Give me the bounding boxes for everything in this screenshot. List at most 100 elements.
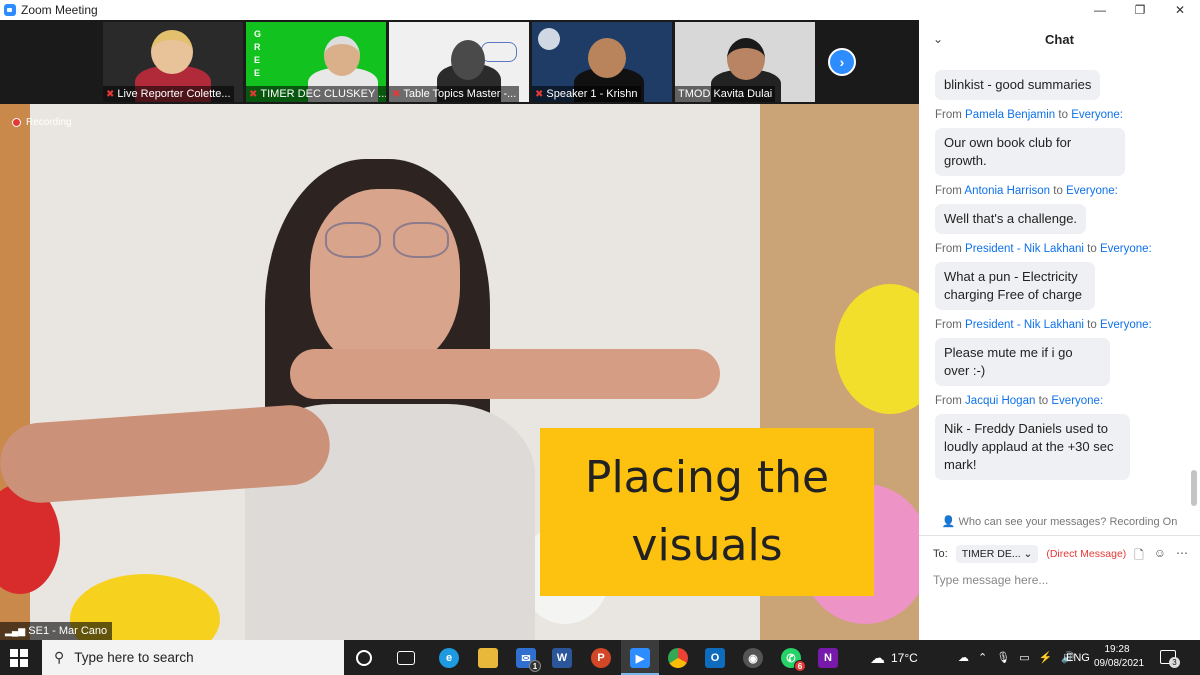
task-view-icon[interactable] xyxy=(397,651,415,665)
next-participants-button[interactable]: › xyxy=(828,48,856,76)
message-sender: From Jacqui Hogan to Everyone: xyxy=(935,395,1104,407)
signal-icon: ▂▄▆ xyxy=(5,626,26,636)
notification-count: 3 xyxy=(1169,657,1180,668)
search-placeholder: Type here to search xyxy=(74,650,194,665)
weather-widget[interactable]: ☁ 17°C xyxy=(870,640,918,675)
onenote-icon[interactable]: N xyxy=(818,648,838,668)
participant-strip: ✖ Live Reporter Colette... G R E E ✖ TIMER… xyxy=(0,20,919,104)
chevron-up-icon[interactable]: ⌃ xyxy=(978,651,987,664)
whatsapp-badge: 6 xyxy=(794,660,806,672)
usb-icon[interactable]: ⚡ xyxy=(1039,651,1053,664)
chevron-down-icon: ⌄ xyxy=(1023,548,1033,560)
screen: Zoom Meeting — ❐ ✕ ✖ Live Reporter Colett… xyxy=(0,0,1200,675)
notifications-icon[interactable]: 3 xyxy=(1160,650,1180,668)
chat-bubble: What a pun - Electricity charging Free o… xyxy=(935,262,1095,310)
more-icon[interactable]: ⋯ xyxy=(1176,546,1188,567)
weather-temp: 17°C xyxy=(891,650,918,665)
mail-icon[interactable]: ✉ 1 xyxy=(516,648,541,672)
window-controls: — ❐ ✕ xyxy=(1080,0,1200,20)
participant-face xyxy=(588,38,626,78)
chat-message: From President - Nik Lakhani to Everyone… xyxy=(935,319,1200,386)
recipient-dropdown[interactable]: TIMER DE... ⌄ xyxy=(955,545,1039,563)
caption-card: Placing the visuals xyxy=(540,428,874,596)
whatsapp-icon[interactable]: ✆ 6 xyxy=(781,648,806,672)
zoom-logo-icon xyxy=(4,4,16,16)
participant-label: ✖ Table Topics Master -... xyxy=(389,86,520,102)
speaker-arm xyxy=(290,349,720,399)
to-label: To: xyxy=(933,548,948,560)
participant-face xyxy=(324,36,360,76)
chat-messages[interactable]: blinkist - good summaries From Pamela Be… xyxy=(919,60,1200,506)
message-visibility-note[interactable]: 👤 Who can see your messages? Recording O… xyxy=(919,512,1200,532)
chat-message: From Pamela Benjamin to Everyone: Our ow… xyxy=(935,109,1200,176)
edge-icon[interactable]: e xyxy=(439,648,459,668)
chat-scrollbar[interactable] xyxy=(1191,470,1197,506)
chrome-icon[interactable] xyxy=(668,648,688,668)
windows-start-icon[interactable] xyxy=(10,649,28,667)
participant-face xyxy=(451,40,485,80)
minimize-button[interactable]: — xyxy=(1080,0,1120,20)
chat-header: ⌄ Chat xyxy=(919,20,1200,60)
chat-message: From Antonia Harrison to Everyone: Well … xyxy=(935,185,1200,234)
outlook-icon[interactable]: O xyxy=(705,648,725,668)
glasses-icon xyxy=(325,222,381,258)
participant-thumbnail[interactable]: ✖ Table Topics Master -... xyxy=(389,22,529,102)
chat-bubble: Well that's a challenge. xyxy=(935,204,1087,234)
chat-bubble: Nik - Freddy Daniels used to loudly appl… xyxy=(935,414,1130,480)
system-tray: ☁ ⌃ 🎙 ▭ ⚡ 🔊 xyxy=(958,640,1075,675)
glasses-icon xyxy=(393,222,449,258)
chat-tools: 🗋 ☺ ⋯ xyxy=(1134,546,1188,567)
chat-message: blinkist - good summaries xyxy=(935,67,1200,100)
recipient-row: To: TIMER DE... ⌄ (Direct Message) xyxy=(933,544,1126,564)
club-logo-icon xyxy=(538,28,560,50)
word-icon[interactable]: W xyxy=(552,648,572,668)
taskbar-clock[interactable]: 19:28 09/08/2021 xyxy=(1094,643,1144,671)
mail-badge: 1 xyxy=(529,660,541,672)
language-indicator[interactable]: ENG xyxy=(1066,640,1090,675)
cloud-icon: ☁ xyxy=(870,649,885,667)
message-sender: From President - Nik Lakhani to Everyone… xyxy=(935,243,1152,255)
participant-thumbnail[interactable]: ✖ Live Reporter Colette... xyxy=(103,22,243,102)
cloud-sync-icon[interactable]: ☁ xyxy=(958,651,969,664)
divider xyxy=(919,535,1200,536)
mic-muted-icon: ✖ xyxy=(249,89,258,100)
camera-icon[interactable]: ◉ xyxy=(743,648,763,668)
mic-muted-icon: ✖ xyxy=(392,89,401,100)
speaker-name-label: ▂▄▆ SE1 - Mar Cano xyxy=(0,622,113,640)
message-sender: From President - Nik Lakhani to Everyone… xyxy=(935,319,1152,331)
chat-title: Chat xyxy=(1045,32,1074,47)
close-button[interactable]: ✕ xyxy=(1160,0,1200,20)
participant-thumbnail[interactable]: ✖ Speaker 1 - Krishn xyxy=(532,22,672,102)
participant-thumbnail[interactable]: TMOD Kavita Dulai xyxy=(675,22,815,102)
taskbar-search[interactable]: ⚲ Type here to search xyxy=(42,640,344,675)
zoom-taskbar-button[interactable]: ▶ xyxy=(621,640,659,675)
maximize-button[interactable]: ❐ xyxy=(1120,0,1160,20)
search-icon: ⚲ xyxy=(54,649,65,665)
olympic-rings-icon xyxy=(481,42,517,62)
window-title: Zoom Meeting xyxy=(21,3,98,17)
powerpoint-icon[interactable]: P xyxy=(591,648,611,668)
file-explorer-icon[interactable] xyxy=(478,648,498,668)
participant-face xyxy=(727,38,765,80)
caption-line: visuals xyxy=(631,520,783,571)
recording-label: Recording xyxy=(26,117,72,128)
chevron-right-icon: › xyxy=(839,54,845,70)
zoom-icon: ▶ xyxy=(630,648,650,668)
participant-label: ✖ Live Reporter Colette... xyxy=(103,86,234,102)
participant-thumbnail[interactable]: G R E E ✖ TIMER DEC CLUSKEY ... xyxy=(246,22,386,102)
clock-time: 19:28 xyxy=(1104,644,1130,655)
chat-panel: ⌄ Chat blinkist - good summaries From Pa… xyxy=(919,20,1200,640)
battery-icon[interactable]: ▭ xyxy=(1019,651,1029,664)
cortana-icon[interactable] xyxy=(356,650,372,666)
participant-face xyxy=(151,30,193,74)
person-icon: 👤 xyxy=(941,516,956,528)
emoji-icon[interactable]: ☺ xyxy=(1154,546,1166,567)
taskbar: ⚲ Type here to search e ✉ 1 W P ▶ O ◉ ✆ 6 … xyxy=(0,640,1200,675)
file-icon[interactable]: 🗋 xyxy=(1134,546,1144,567)
chat-message-input[interactable] xyxy=(933,571,1183,589)
recording-dot-icon xyxy=(12,118,21,127)
chat-message: From President - Nik Lakhani to Everyone… xyxy=(935,243,1200,310)
title-bar: Zoom Meeting — ❐ ✕ xyxy=(0,0,1200,20)
chat-bubble: Our own book club for growth. xyxy=(935,128,1125,176)
microphone-icon[interactable]: 🎙 xyxy=(996,651,1010,664)
